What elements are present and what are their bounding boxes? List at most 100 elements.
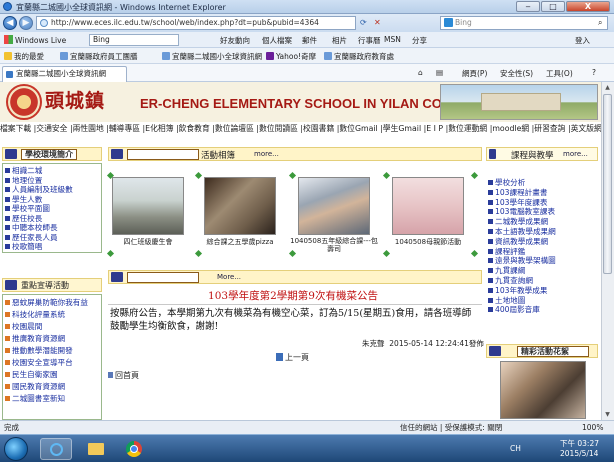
intro-item[interactable]: 地理位置 (5, 176, 99, 186)
menu-profile[interactable]: 個人檔案 (262, 35, 292, 46)
course-item[interactable]: 本土語教學成果網 (488, 227, 598, 237)
scroll-up-icon[interactable]: ▲ (603, 83, 612, 92)
intro-item[interactable]: 歷任家長人員 (5, 233, 99, 243)
bing-icon (444, 18, 453, 27)
activity-photo[interactable] (500, 361, 586, 419)
course-item[interactable]: 遠景與教學架構圖 (488, 256, 598, 266)
close-button[interactable]: X (566, 1, 610, 12)
taskbar-ie-icon[interactable] (40, 438, 72, 460)
intro-item[interactable]: 人員編制及班級數 (5, 185, 99, 195)
favorites-bar: 我的最愛 宜蘭縣政府員工團膳 宜蘭縣二城國小全球資訊網 Yahoo!奇摩 宜蘭縣… (0, 48, 614, 64)
minimize-button[interactable]: ‒ (516, 1, 540, 12)
album-photo[interactable] (112, 177, 184, 235)
window-title: 宜蘭縣二城國小全球資訊網 - Windows Internet Explorer (16, 3, 226, 12)
tab-current[interactable]: 宜蘭縣二城國小全球資訊網 (2, 66, 127, 82)
search-input[interactable]: Bing (440, 16, 608, 30)
signin-link[interactable]: 登入 (575, 35, 590, 46)
feeds-icon[interactable]: ▤ (436, 68, 443, 77)
promo-item[interactable]: 科技化評量系統 (5, 309, 99, 321)
address-input[interactable]: http://www.eces.ilc.edu.tw/school/web/in… (36, 16, 356, 30)
intro-item[interactable]: 學生人數 (5, 195, 99, 205)
promo-item[interactable]: 校園安全宣導平台 (5, 357, 99, 369)
album-caption[interactable]: 綜合課之五學歲pizza (204, 237, 276, 247)
fav-link-1[interactable]: 宜蘭縣政府員工團膳 (60, 51, 138, 62)
promo-item[interactable]: 二城圖書室新知 (5, 393, 99, 405)
scroll-down-icon[interactable]: ▼ (603, 410, 612, 419)
windows-live-label[interactable]: Windows Live (4, 35, 66, 45)
intro-item[interactable]: 相識二城 (5, 166, 99, 176)
menu-share[interactable]: 分享 (412, 35, 427, 46)
course-item[interactable]: 九貫課綱 (488, 266, 598, 276)
promo-item[interactable]: 推廣教育資源網 (5, 333, 99, 345)
course-item[interactable]: 學校分析 (488, 178, 598, 188)
menu-msn[interactable]: MSN (384, 35, 401, 44)
course-item[interactable]: 400屆影音庫 (488, 305, 598, 315)
course-item[interactable]: 103電腦教室課表 (488, 207, 598, 217)
zoom-level[interactable]: 100% (582, 422, 603, 434)
course-item[interactable]: 103課程計畫書 (488, 188, 598, 198)
promo-item[interactable]: 推動數學潛能開發 (5, 345, 99, 357)
home-link[interactable]: 回首頁 (108, 370, 139, 381)
album-photo[interactable] (298, 177, 370, 235)
stop-icon[interactable]: ✕ (374, 18, 381, 27)
fav-link-2[interactable]: 宜蘭縣二城國小全球資訊網 (162, 51, 262, 62)
album-caption[interactable]: 1040508五年級綜合課---包壽司 (290, 237, 378, 253)
promo-item[interactable]: 惡蚊屏巢防範你我有益 (5, 297, 99, 309)
live-search-input[interactable]: Bing (89, 34, 179, 46)
lang-indicator[interactable]: CH (510, 444, 521, 453)
intro-item[interactable]: 歷任校長 (5, 214, 99, 224)
search-icon[interactable]: ⌕ (598, 18, 602, 28)
back-button[interactable]: ◀ (3, 16, 17, 30)
banner-name-en: ER-CHENG ELEMENTARY SCHOOL IN YILAN COUN… (140, 96, 478, 111)
course-list: 學校分析 103課程計畫書 103學年度課表 103電腦教室課表 二城教學成果網… (488, 178, 598, 315)
prev-page-link[interactable]: 上一頁 (276, 352, 309, 363)
course-item[interactable]: 二城教學成果網 (488, 217, 598, 227)
course-item[interactable]: 課程評鑑 (488, 247, 598, 257)
clock-date[interactable]: 2015/5/14 (560, 449, 598, 458)
maximize-button[interactable]: □ (541, 1, 565, 12)
menu-mail[interactable]: 郵件 (302, 35, 317, 46)
course-item[interactable]: 九貫查詢網 (488, 276, 598, 286)
promo-item[interactable]: 校園晨間 (5, 321, 99, 333)
address-url: http://www.eces.ilc.edu.tw/school/web/in… (51, 18, 319, 27)
intro-item[interactable]: 中聽本校師長 (5, 223, 99, 233)
forward-button[interactable]: ▶ (19, 16, 33, 30)
album-caption[interactable]: 1040508母親節活動 (388, 237, 468, 247)
album-header-box (127, 149, 199, 160)
intro-item[interactable]: 學校平面圖 (5, 204, 99, 214)
top-nav[interactable]: 檔案下載 |交通安全 |兩性園地 |輔導專區 |E化相簿 |飲食教育 |數位論壇… (0, 122, 601, 136)
album-more-link[interactable]: more... (254, 150, 279, 158)
scroll-thumb[interactable] (603, 94, 612, 274)
home-icon[interactable]: ⌂ (418, 68, 423, 77)
course-item[interactable]: 103學年度課表 (488, 198, 598, 208)
refresh-icon[interactable]: ⟳ (360, 18, 367, 27)
start-button[interactable] (4, 437, 28, 461)
security-zone[interactable]: 信任的網站 | 受保護模式: 關閉 (400, 422, 502, 434)
menu-calendar[interactable]: 行事曆 (358, 35, 381, 46)
title-bar: 宜蘭縣二城國小全球資訊網 - Windows Internet Explorer… (0, 0, 614, 14)
announce-more-link[interactable]: More... (217, 273, 241, 281)
clock-time[interactable]: 下午 03:27 (560, 438, 599, 449)
taskbar-folder-icon[interactable] (80, 438, 112, 460)
page-menu[interactable]: 網頁(P) (462, 68, 487, 79)
course-item[interactable]: 土地地圖 (488, 296, 598, 306)
tools-menu[interactable]: 工具(O) (546, 68, 573, 79)
favorites-button[interactable]: 我的最愛 (4, 51, 44, 62)
fav-link-3[interactable]: Yahoo!奇摩 (266, 51, 316, 62)
bullet-icon (5, 149, 17, 159)
menu-friends[interactable]: 好友動向 (220, 35, 250, 46)
help-icon[interactable]: ? (592, 68, 596, 77)
course-item[interactable]: 資訊教學成果網 (488, 237, 598, 247)
album-photo[interactable] (392, 177, 464, 235)
safety-menu[interactable]: 安全性(S) (500, 68, 533, 79)
promo-item[interactable]: 民生自衛家園 (5, 369, 99, 381)
intro-item[interactable]: 校歌簡唱 (5, 242, 99, 252)
album-photo[interactable] (204, 177, 276, 235)
course-item[interactable]: 103年教學成果 (488, 286, 598, 296)
promo-item[interactable]: 國民教育資源網 (5, 381, 99, 393)
fav-link-4[interactable]: 宜蘭縣政府教育處 (324, 51, 394, 62)
course-more-link[interactable]: more... (563, 150, 588, 158)
menu-photos[interactable]: 相片 (332, 35, 347, 46)
taskbar-chrome-icon[interactable] (118, 438, 150, 460)
album-caption[interactable]: 四仁班級慶生會 (112, 237, 184, 247)
